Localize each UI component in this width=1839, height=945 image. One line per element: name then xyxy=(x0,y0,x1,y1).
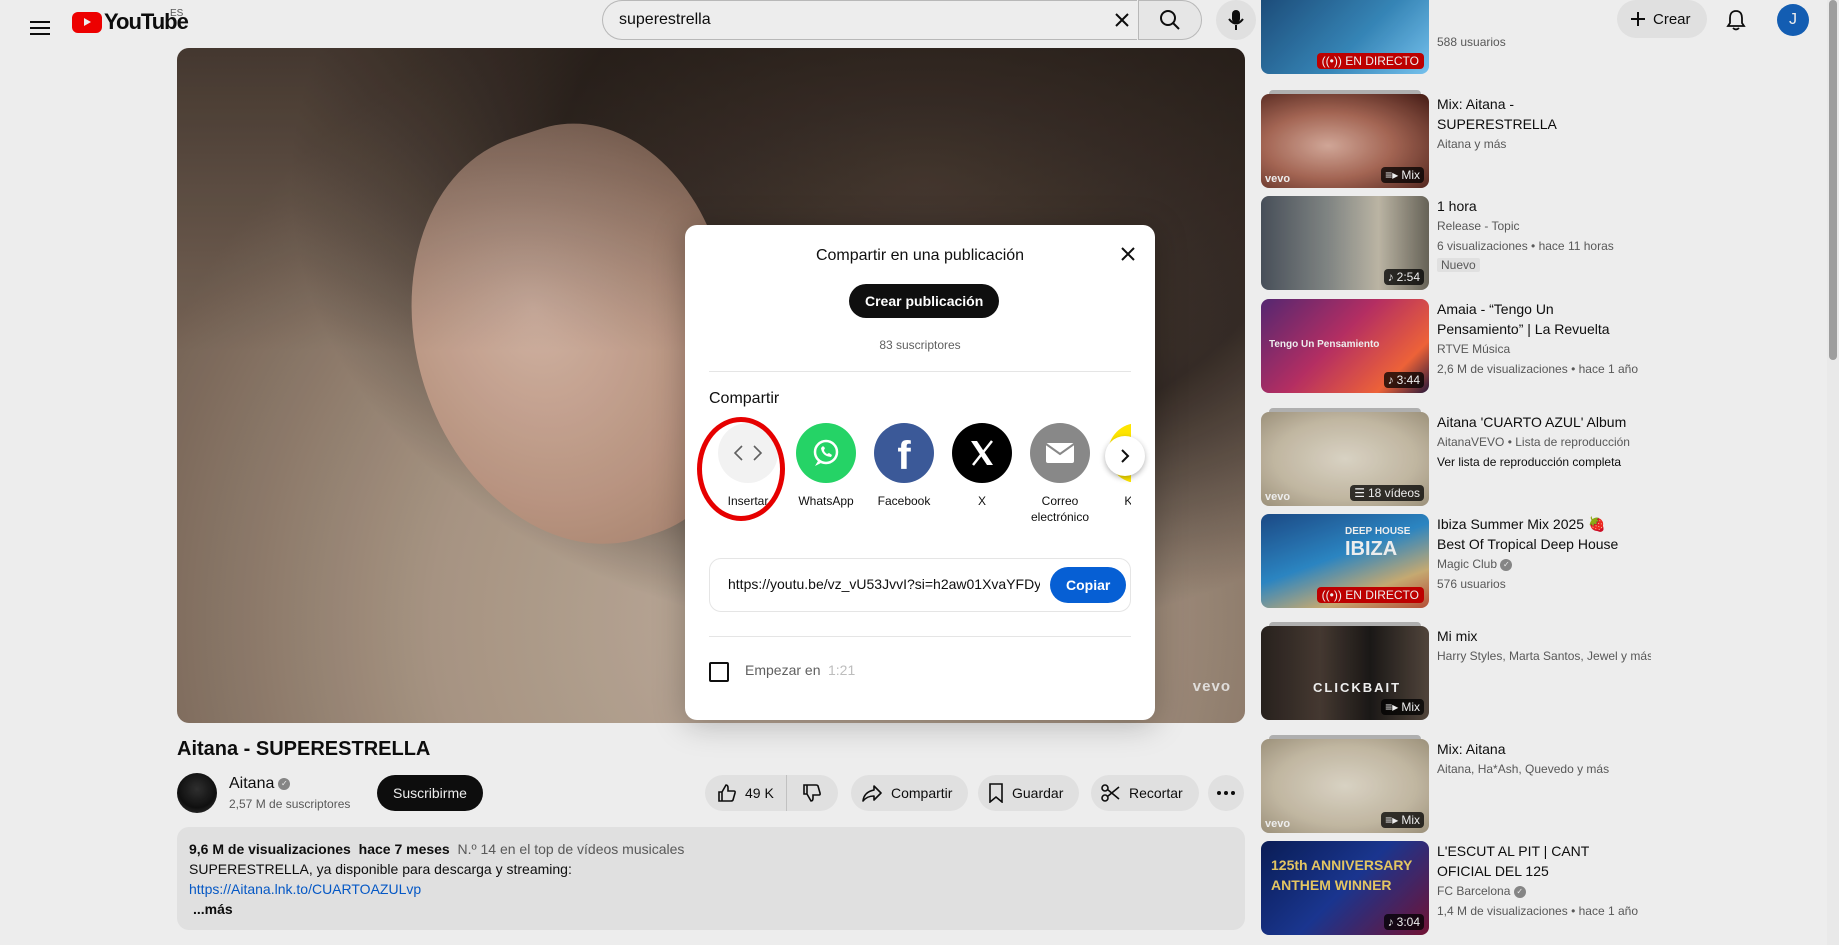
share-target-label: WhatsApp xyxy=(798,494,854,508)
start-at-label: Empezar en xyxy=(745,662,821,678)
share-target-label: Kaka xyxy=(1124,494,1131,508)
whatsapp-icon xyxy=(796,423,856,483)
share-section-label: Compartir xyxy=(709,390,780,407)
scrollbar-thumb[interactable] xyxy=(1829,0,1837,360)
close-dialog-button[interactable] xyxy=(1112,238,1144,270)
divider xyxy=(709,371,1131,372)
share-target-label: Facebook xyxy=(877,494,931,508)
chevron-right-icon xyxy=(1121,449,1130,463)
share-url-box: https://youtu.be/vz_vU53JvvI?si=h2aw01Xv… xyxy=(709,558,1131,612)
facebook-icon: f xyxy=(874,423,934,483)
subscriber-count: 83 suscriptores xyxy=(879,338,961,352)
copy-button[interactable]: Copiar xyxy=(1050,567,1127,603)
next-targets-button[interactable] xyxy=(1105,436,1145,476)
start-at-time[interactable]: 1:21 xyxy=(828,662,855,678)
share-target-x[interactable]: X xyxy=(943,423,1021,509)
share-dialog: Compartir en una publicación Crear publi… xyxy=(685,225,1155,720)
start-at-checkbox[interactable] xyxy=(709,662,729,682)
share-dialog-title: Compartir en una publicación xyxy=(815,247,1025,264)
share-target-label: Correo electrónico xyxy=(1030,494,1090,524)
x-icon xyxy=(952,423,1012,483)
close-icon xyxy=(1121,247,1135,261)
share-target-facebook[interactable]: f Facebook xyxy=(865,423,943,509)
share-target-whatsapp[interactable]: WhatsApp xyxy=(787,423,865,509)
share-url-field[interactable]: https://youtu.be/vz_vU53JvvI?si=h2aw01Xv… xyxy=(728,576,1040,592)
email-icon xyxy=(1030,423,1090,483)
share-target-email[interactable]: Correo electrónico xyxy=(1021,423,1099,525)
share-target-label: X xyxy=(977,494,986,508)
divider xyxy=(709,636,1131,637)
red-circle-annotation xyxy=(697,417,785,521)
create-post-button[interactable]: Crear publicación xyxy=(849,284,1000,318)
